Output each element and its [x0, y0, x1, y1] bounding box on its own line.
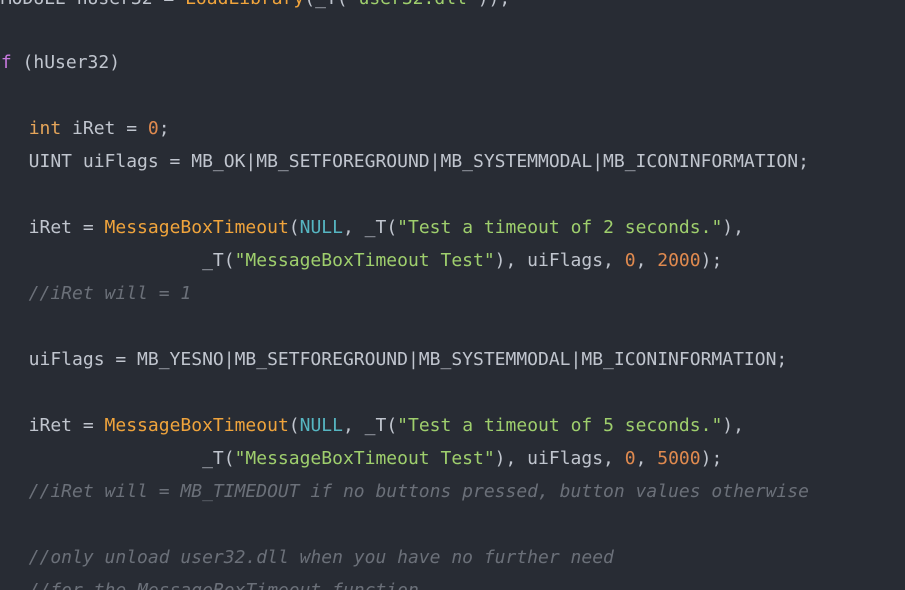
code-token: (	[288, 415, 300, 436]
code-line-5: iRet = MessageBoxTimeout(NULL, _T("Test …	[7, 211, 744, 244]
code-token: ), uiFlags,	[494, 250, 625, 271]
code-token: "MessageBoxTimeout Test"	[234, 448, 495, 469]
code-token: _T(	[7, 250, 235, 271]
code-token: _T(	[7, 448, 235, 469]
code-token: "user32.dll"	[348, 0, 478, 9]
code-token: uiFlags = MB_YESNO|MB_SETFOREGROUND|MB_S…	[7, 349, 788, 370]
code-token: , _T(	[342, 217, 398, 238]
code-token: ,	[635, 250, 658, 271]
code-token: 0	[624, 448, 636, 469]
code-token: );	[700, 448, 723, 469]
code-line-13: //for the MessageBoxTimeout function	[7, 574, 419, 590]
code-token: MessageBoxTimeout	[104, 217, 289, 238]
code-line-6: _T("MessageBoxTimeout Test"), uiFlags, 0…	[7, 244, 722, 277]
code-token: 0	[624, 250, 636, 271]
code-token: ), uiFlags,	[494, 448, 625, 469]
code-token: UINT uiFlags = MB_OK|MB_SETFOREGROUND|MB…	[7, 151, 809, 172]
code-line-10: _T("MessageBoxTimeout Test"), uiFlags, 0…	[7, 442, 722, 475]
code-token: (_T(	[304, 0, 347, 9]
code-token: //iRet will = MB_TIMEDOUT if no buttons …	[7, 481, 809, 502]
code-token: ),	[722, 217, 744, 238]
code-token: "Test a timeout of 5 seconds."	[397, 415, 723, 436]
code-token: 5000	[657, 448, 701, 469]
code-token: NULL	[299, 217, 343, 238]
code-line-7: //iRet will = 1	[7, 277, 192, 310]
code-token: );	[700, 250, 723, 271]
code-token: 2000	[657, 250, 701, 271]
code-token: , _T(	[342, 415, 398, 436]
code-line-4: UINT uiFlags = MB_OK|MB_SETFOREGROUND|MB…	[7, 145, 809, 178]
code-line-9: iRet = MessageBoxTimeout(NULL, _T("Test …	[7, 409, 744, 442]
code-token: ,	[635, 448, 658, 469]
code-line-12: //only unload user32.dll when you have n…	[7, 541, 614, 574]
code-token: HMODULE hUser32 =	[0, 0, 185, 9]
code-token: if	[0, 52, 12, 73]
code-token: 0	[147, 118, 159, 139]
code-token: iRet =	[61, 118, 148, 139]
code-token: "MessageBoxTimeout Test"	[234, 250, 495, 271]
code-token: ),	[722, 415, 744, 436]
code-line-8: uiFlags = MB_YESNO|MB_SETFOREGROUND|MB_S…	[7, 343, 788, 376]
code-token: iRet =	[7, 217, 105, 238]
code-token: iRet =	[7, 415, 105, 436]
code-editor[interactable]: HMODULE hUser32 = LoadLibrary(_T("user32…	[0, 0, 905, 590]
code-line-2: if (hUser32)	[0, 46, 120, 79]
code-token: //iRet will = 1	[7, 283, 192, 304]
code-token: int	[28, 118, 62, 139]
code-line-1: HMODULE hUser32 = LoadLibrary(_T("user32…	[0, 0, 510, 15]
code-token: //for the MessageBoxTimeout function	[7, 580, 419, 590]
code-token: MessageBoxTimeout	[104, 415, 289, 436]
code-line-3: int iRet = 0;	[7, 112, 170, 145]
code-token: LoadLibrary	[185, 0, 304, 9]
code-token: ;	[158, 118, 170, 139]
code-token: (hUser32)	[11, 52, 121, 73]
code-token: NULL	[299, 415, 343, 436]
code-token: "Test a timeout of 2 seconds."	[397, 217, 723, 238]
code-token: ));	[478, 0, 511, 9]
code-token: (	[288, 217, 300, 238]
code-line-11: //iRet will = MB_TIMEDOUT if no buttons …	[7, 475, 809, 508]
code-token: //only unload user32.dll when you have n…	[7, 547, 614, 568]
